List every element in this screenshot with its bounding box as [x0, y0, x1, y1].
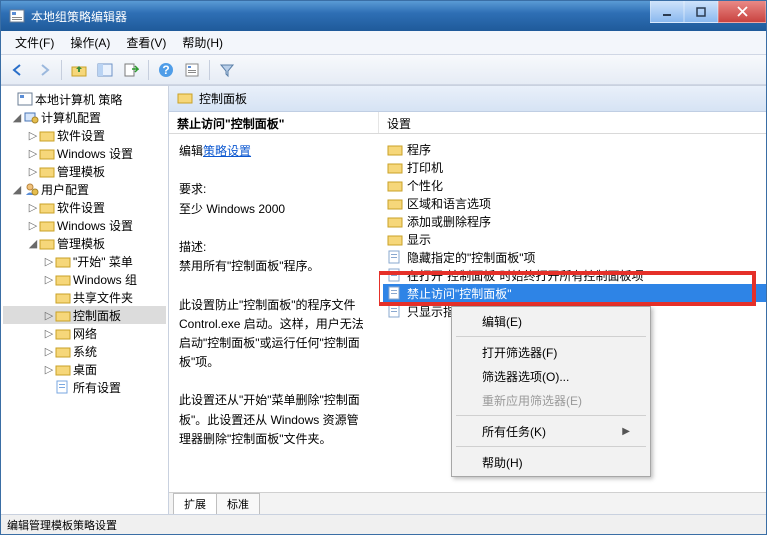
detail-description: 编辑策略设置 要求: 至少 Windows 2000 描述: 禁用所有"控制面板…: [169, 134, 379, 492]
column-header: 禁止访问"控制面板" 设置: [169, 112, 766, 134]
maximize-button[interactable]: [684, 1, 718, 23]
ctx-all-tasks[interactable]: 所有任务(K)▶: [454, 419, 648, 443]
tab-standard[interactable]: 标准: [216, 493, 260, 514]
policy-icon: [387, 249, 403, 265]
window-buttons: [650, 1, 766, 31]
detail-body: 编辑策略设置 要求: 至少 Windows 2000 描述: 禁用所有"控制面板…: [169, 134, 766, 492]
policy-icon: [387, 267, 403, 283]
tree-panel[interactable]: 本地计算机 策略 ◢计算机配置 ▷软件设置 ▷Windows 设置 ▷管理模板 …: [1, 86, 169, 514]
list-item[interactable]: 在打开"控制面板"时始终打开所有控制面板项: [383, 266, 766, 284]
app-window: 本地组策略编辑器 文件(F) 操作(A) 查看(V) 帮助(H) ? 本地计算机…: [0, 0, 767, 535]
help-button[interactable]: ?: [154, 58, 178, 82]
colhdr-right[interactable]: 设置: [379, 112, 766, 133]
menu-separator: [456, 336, 646, 337]
submenu-arrow-icon: ▶: [622, 426, 630, 437]
toolbar: ?: [1, 55, 766, 85]
content-area: 本地计算机 策略 ◢计算机配置 ▷软件设置 ▷Windows 设置 ▷管理模板 …: [1, 85, 766, 514]
edit-policy-link[interactable]: 策略设置: [203, 144, 251, 158]
tab-strip: 扩展 标准: [169, 492, 766, 514]
menu-action[interactable]: 操作(A): [62, 32, 118, 53]
tree-item[interactable]: ▷软件设置: [3, 198, 166, 216]
right-panel: 控制面板 禁止访问"控制面板" 设置 编辑策略设置 要求: 至少 Windows…: [169, 86, 766, 514]
svg-text:?: ?: [162, 63, 169, 77]
menu-view[interactable]: 查看(V): [118, 32, 174, 53]
titlebar: 本地组策略编辑器: [1, 1, 766, 31]
ctx-help[interactable]: 帮助(H): [454, 450, 648, 474]
list-item-selected[interactable]: 禁止访问"控制面板": [383, 284, 766, 302]
list-item[interactable]: 区域和语言选项: [383, 194, 766, 212]
settings-list[interactable]: 程序 打印机 个性化 区域和语言选项 添加或删除程序 显示 隐藏指定的"控制面板…: [379, 134, 766, 492]
export-button[interactable]: [119, 58, 143, 82]
folder-icon: [177, 90, 193, 107]
toolbar-separator: [148, 60, 149, 80]
tree-item[interactable]: 共享文件夹: [3, 288, 166, 306]
tree-item[interactable]: ▷管理模板: [3, 162, 166, 180]
tree-item[interactable]: ▷网络: [3, 324, 166, 342]
toolbar-separator: [209, 60, 210, 80]
tree-item[interactable]: 所有设置: [3, 378, 166, 396]
menu-separator: [456, 415, 646, 416]
list-item[interactable]: 打印机: [383, 158, 766, 176]
filter-button[interactable]: [215, 58, 239, 82]
menu-help[interactable]: 帮助(H): [174, 32, 231, 53]
ctx-filter-reset: 重新应用筛选器(E): [454, 388, 648, 412]
tree-item[interactable]: ▷系统: [3, 342, 166, 360]
list-item[interactable]: 隐藏指定的"控制面板"项: [383, 248, 766, 266]
policy-icon: [387, 303, 403, 319]
tree-item[interactable]: ▷桌面: [3, 360, 166, 378]
policy-icon: [387, 285, 403, 301]
close-button[interactable]: [718, 1, 766, 23]
tree-item[interactable]: ▷软件设置: [3, 126, 166, 144]
list-item[interactable]: 添加或删除程序: [383, 212, 766, 230]
ctx-edit[interactable]: 编辑(E): [454, 309, 648, 333]
tree-user-config[interactable]: ◢用户配置: [3, 180, 166, 198]
tree-root[interactable]: 本地计算机 策略: [3, 90, 166, 108]
pathbar-text: 控制面板: [199, 90, 247, 107]
tab-extended[interactable]: 扩展: [173, 493, 217, 514]
forward-button[interactable]: [32, 58, 56, 82]
ctx-filter-on[interactable]: 打开筛选器(F): [454, 340, 648, 364]
list-item[interactable]: 个性化: [383, 176, 766, 194]
up-button[interactable]: [67, 58, 91, 82]
tree-item[interactable]: ▷Windows 设置: [3, 216, 166, 234]
pathbar: 控制面板: [169, 86, 766, 112]
toolbar-separator: [61, 60, 62, 80]
statusbar: 编辑管理模板策略设置: [1, 514, 766, 534]
app-icon: [9, 8, 25, 24]
menu-file[interactable]: 文件(F): [7, 32, 62, 53]
tree-item-control-panel[interactable]: ▷控制面板: [3, 306, 166, 324]
menu-separator: [456, 446, 646, 447]
ctx-filter-options[interactable]: 筛选器选项(O)...: [454, 364, 648, 388]
list-item[interactable]: 程序: [383, 140, 766, 158]
colhdr-left: 禁止访问"控制面板": [169, 112, 379, 133]
window-title: 本地组策略编辑器: [31, 8, 650, 25]
tree-item[interactable]: ▷Windows 组: [3, 270, 166, 288]
back-button[interactable]: [6, 58, 30, 82]
tree-item[interactable]: ▷Windows 设置: [3, 144, 166, 162]
list-item[interactable]: 显示: [383, 230, 766, 248]
minimize-button[interactable]: [650, 1, 684, 23]
properties-button[interactable]: [180, 58, 204, 82]
context-menu: 编辑(E) 打开筛选器(F) 筛选器选项(O)... 重新应用筛选器(E) 所有…: [451, 306, 651, 477]
tree-computer-config[interactable]: ◢计算机配置: [3, 108, 166, 126]
tree-item[interactable]: ◢管理模板: [3, 234, 166, 252]
tree-item[interactable]: ▷"开始" 菜单: [3, 252, 166, 270]
show-hide-tree-button[interactable]: [93, 58, 117, 82]
menubar: 文件(F) 操作(A) 查看(V) 帮助(H): [1, 31, 766, 55]
